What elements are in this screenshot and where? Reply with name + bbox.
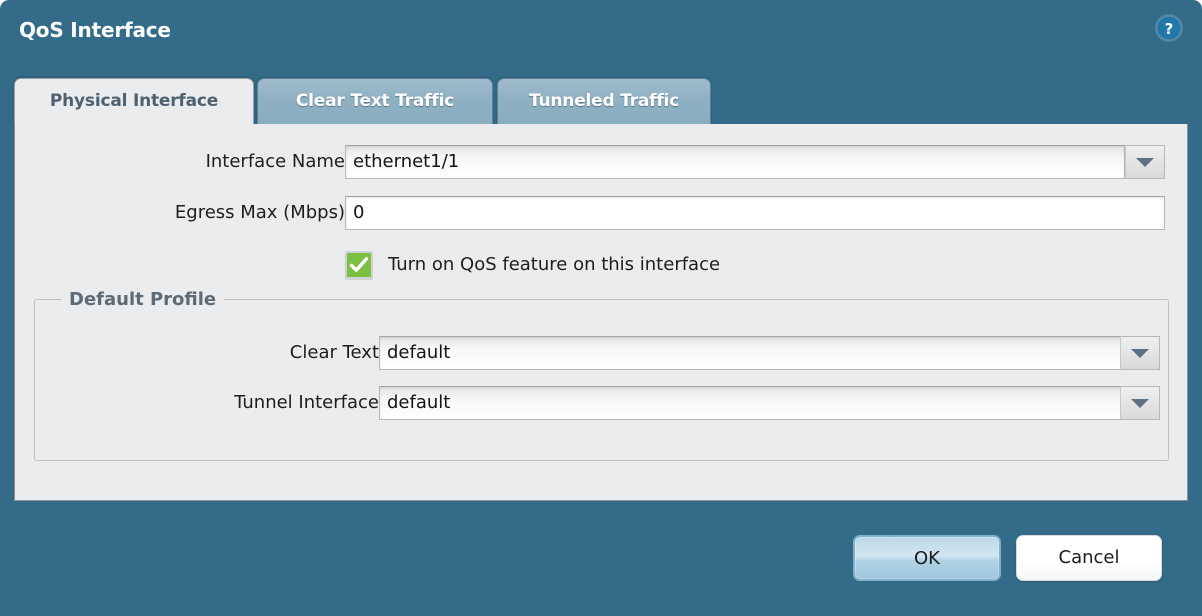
interface-name-label: Interface Name xyxy=(205,151,345,172)
tab-label: Physical Interface xyxy=(49,91,219,111)
tab-label: Clear Text Traffic xyxy=(295,91,455,111)
clear-text-input[interactable]: default xyxy=(379,336,1139,370)
tunnel-interface-dropdown-button[interactable] xyxy=(1120,386,1160,420)
clear-text-dropdown-button[interactable] xyxy=(1120,336,1160,370)
default-profile-fieldset: Default Profile Clear Text default Tunne… xyxy=(34,289,1169,461)
tab-tunneled-traffic[interactable]: Tunneled Traffic xyxy=(497,78,711,124)
dialog-titlebar: QoS Interface ? xyxy=(0,0,1202,64)
row-tunnel-interface: Tunnel Interface default xyxy=(35,386,1160,420)
qos-interface-dialog: QoS Interface ? Physical Interface Clear… xyxy=(0,0,1202,616)
tab-clear-text-traffic[interactable]: Clear Text Traffic xyxy=(257,78,493,124)
dialog-title: QoS Interface xyxy=(19,18,171,42)
row-qos-toggle: Turn on QoS feature on this interface xyxy=(345,251,845,279)
egress-max-label: Egress Max (Mbps) xyxy=(174,202,345,223)
cancel-button[interactable]: Cancel xyxy=(1016,535,1162,581)
tab-strip: Physical Interface Clear Text Traffic Tu… xyxy=(14,78,1188,125)
qos-enable-label: Turn on QoS feature on this interface xyxy=(388,254,721,275)
clear-text-label: Clear Text xyxy=(289,342,379,363)
row-egress-max: Egress Max (Mbps) 0 xyxy=(15,196,1165,230)
interface-name-input[interactable]: ethernet1/1 xyxy=(345,145,1125,179)
egress-max-input[interactable]: 0 xyxy=(345,196,1165,230)
interface-name-dropdown-button[interactable] xyxy=(1125,145,1165,179)
chevron-down-icon xyxy=(1131,349,1149,358)
chevron-down-icon xyxy=(1131,399,1149,408)
help-circle-icon[interactable]: ? xyxy=(1154,13,1184,43)
default-profile-legend: Default Profile xyxy=(61,289,225,311)
row-clear-text: Clear Text default xyxy=(35,336,1160,370)
tunnel-interface-label: Tunnel Interface xyxy=(234,392,379,413)
qos-enable-checkbox[interactable] xyxy=(345,251,373,279)
chevron-down-icon xyxy=(1136,158,1154,167)
svg-text:?: ? xyxy=(1165,20,1174,38)
tab-label: Tunneled Traffic xyxy=(528,91,680,111)
row-interface-name: Interface Name ethernet1/1 xyxy=(15,145,1165,179)
ok-button[interactable]: OK xyxy=(853,535,1001,581)
tunnel-interface-input[interactable]: default xyxy=(379,386,1139,420)
tab-physical-interface[interactable]: Physical Interface xyxy=(14,78,254,124)
tab-content-physical-interface: Interface Name ethernet1/1 Egress Max (M… xyxy=(14,124,1188,501)
